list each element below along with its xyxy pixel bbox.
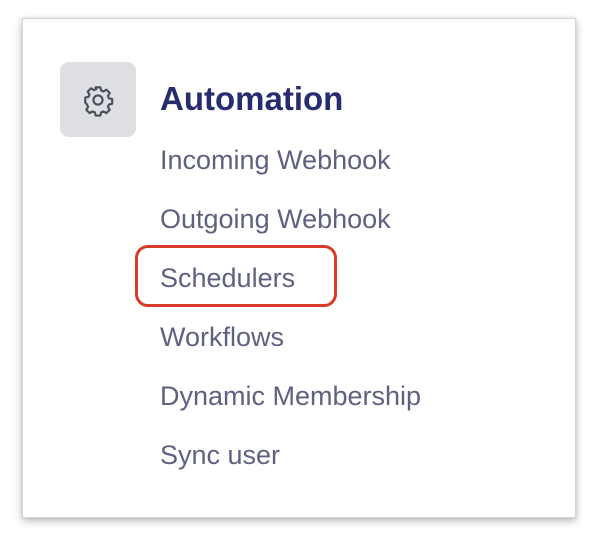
schedulers-highlight-box	[135, 245, 337, 307]
menu-item-outgoing-webhook[interactable]: Outgoing Webhook	[160, 202, 391, 236]
menu-item-workflows[interactable]: Workflows	[160, 320, 284, 354]
menu-item-sync-user[interactable]: Sync user	[160, 438, 280, 472]
automation-menu-card: Automation Incoming Webhook Outgoing Web…	[22, 18, 576, 518]
menu-item-dynamic-membership[interactable]: Dynamic Membership	[160, 379, 421, 413]
section-title: Automation	[160, 80, 344, 117]
gear-icon	[81, 83, 115, 117]
section-icon-tile	[60, 62, 136, 137]
menu-item-incoming-webhook[interactable]: Incoming Webhook	[160, 143, 391, 177]
